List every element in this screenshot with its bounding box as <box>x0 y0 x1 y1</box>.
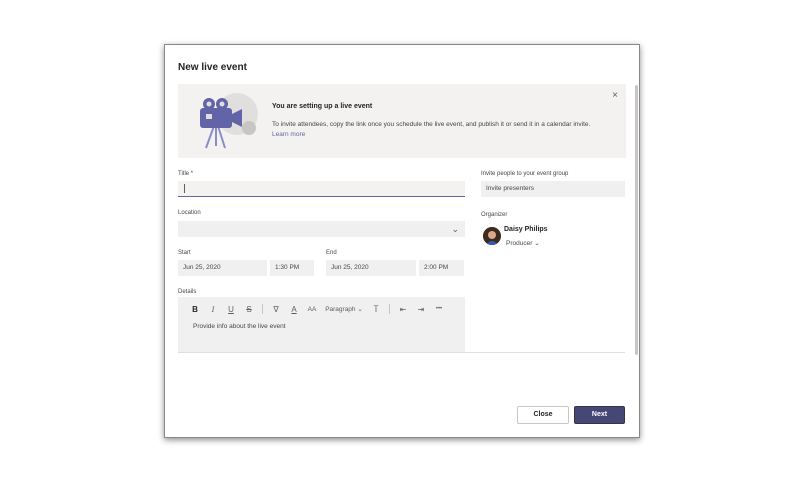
dialog-title: New live event <box>178 62 247 73</box>
chevron-down-icon: ⌄ <box>534 240 540 247</box>
details-editor[interactable]: B I U S ∇ A AA Paragraph ⌄ I̅ ⇤ ⇥ ••• Pr… <box>178 297 465 352</box>
text-cursor <box>184 184 185 193</box>
close-icon[interactable]: × <box>612 90 618 101</box>
close-button[interactable]: Close <box>517 406 569 424</box>
bold-button[interactable]: B <box>186 305 204 314</box>
title-label: Title * <box>178 171 194 177</box>
formatting-toolbar: B I U S ∇ A AA Paragraph ⌄ I̅ ⇤ ⇥ ••• <box>186 303 448 315</box>
scrollbar[interactable] <box>635 85 638 355</box>
end-date-field[interactable]: Jun 25, 2020 <box>326 260 416 276</box>
section-divider <box>178 352 625 353</box>
end-label: End <box>326 250 337 256</box>
new-live-event-dialog: New live event × You are setting up a li… <box>164 44 640 438</box>
learn-more-link[interactable]: Learn more <box>272 131 305 138</box>
start-date-field[interactable]: Jun 25, 2020 <box>178 260 267 276</box>
details-label: Details <box>178 289 197 295</box>
underline-button[interactable]: U <box>222 305 240 314</box>
increase-indent-icon[interactable]: ⇥ <box>412 305 430 314</box>
start-label: Start <box>178 250 191 256</box>
font-color-button[interactable]: A <box>285 305 303 314</box>
info-banner: × You are setting up a live event To inv… <box>178 84 626 158</box>
highlight-icon[interactable]: ∇ <box>267 305 285 314</box>
organizer-name: Daisy Philips <box>504 226 548 233</box>
toolbar-divider <box>389 304 390 314</box>
organizer-label: Organizer <box>481 212 508 218</box>
italic-button[interactable]: I <box>204 305 222 314</box>
more-options-icon[interactable]: ••• <box>430 306 448 312</box>
location-dropdown[interactable]: ⌄ <box>178 221 465 237</box>
paragraph-dropdown[interactable]: Paragraph ⌄ <box>321 305 367 313</box>
banner-heading: You are setting up a live event <box>272 103 373 110</box>
organizer-role-dropdown[interactable]: Producer ⌄ <box>506 239 540 247</box>
banner-body: To invite attendees, copy the link once … <box>272 121 591 128</box>
toolbar-divider <box>262 304 263 314</box>
strikethrough-button[interactable]: S <box>240 305 258 314</box>
decrease-indent-icon[interactable]: ⇤ <box>394 305 412 314</box>
clear-formatting-icon[interactable]: I̅ <box>367 305 385 314</box>
end-time-field[interactable]: 2:00 PM <box>419 260 464 276</box>
invite-presenters-input[interactable]: Invite presenters <box>481 181 625 197</box>
invite-label: Invite people to your event group <box>481 171 569 177</box>
details-placeholder: Provide info about the live event <box>193 323 286 330</box>
next-button[interactable]: Next <box>574 406 625 424</box>
title-input[interactable] <box>178 181 465 197</box>
chevron-down-icon: ⌄ <box>451 224 459 234</box>
location-label: Location <box>178 210 201 216</box>
start-time-field[interactable]: 1:30 PM <box>270 260 314 276</box>
video-camera-icon <box>200 93 258 149</box>
person-icon <box>483 227 501 245</box>
font-size-button[interactable]: AA <box>303 306 321 313</box>
banner-text: To invite attendees, copy the link once … <box>272 120 592 140</box>
avatar <box>483 227 501 245</box>
